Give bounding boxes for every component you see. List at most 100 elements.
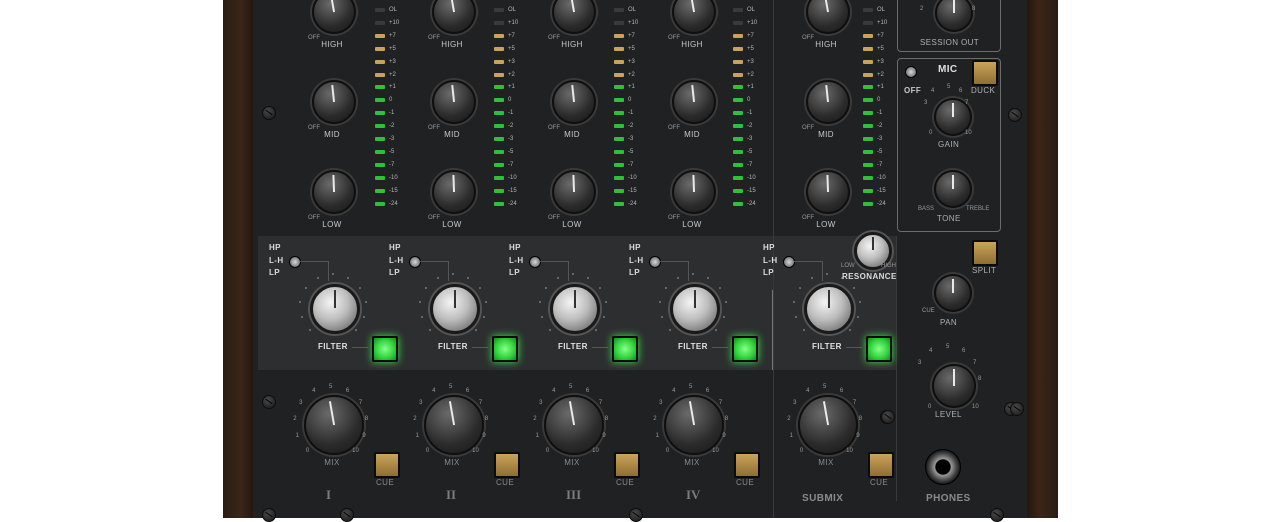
meter-led-5-iii (614, 72, 624, 77)
filter-knob-submix[interactable] (804, 284, 854, 334)
eq-low-knob-iii[interactable] (552, 170, 596, 214)
meter-led-0-iii (614, 8, 624, 12)
filter-mode-toggle-iii[interactable] (529, 256, 541, 268)
filter-on-button-iv[interactable] (732, 336, 758, 362)
eq-off-label-0-submix: OFF (802, 35, 814, 41)
meter-scale-10-submix: -3 (877, 136, 883, 142)
eq-mid-knob-submix[interactable] (806, 80, 850, 124)
filter-mode-toggle-i[interactable] (289, 256, 301, 268)
eq-high-knob-iv-pointer (690, 0, 695, 13)
filter-on-button-ii[interactable] (492, 336, 518, 362)
mix-scale-7-iv: 7 (718, 399, 723, 406)
meter-scale-9-iv: -2 (747, 123, 753, 130)
level-knob[interactable] (932, 364, 976, 408)
eq-low-knob-ii[interactable] (432, 170, 476, 214)
eq-low-knob-submix-pointer (826, 175, 829, 193)
eq-low-knob-i[interactable] (312, 170, 356, 214)
meter-led-6-iv (733, 85, 743, 90)
eq-high-label-i: HIGH (321, 40, 343, 49)
meter-scale-7-ii: 0 (508, 97, 512, 104)
gain-scale-5: 0 (929, 130, 933, 136)
eq-low-knob-iv[interactable] (672, 170, 716, 214)
cue-button-iii[interactable] (614, 452, 640, 478)
filter-on-button-iii[interactable] (612, 336, 638, 362)
resonance-high-label: HIGH (881, 263, 896, 269)
cue-button-iv[interactable] (734, 452, 760, 478)
eq-mid-knob-i[interactable] (312, 80, 356, 124)
meter-led-4-i (375, 59, 385, 64)
pan-knob[interactable] (934, 274, 972, 312)
filter-label-line-ii (472, 347, 488, 348)
eq-low-knob-i-pointer (332, 175, 335, 193)
eq-off-label-2-ii: OFF (428, 215, 440, 221)
phones-jack[interactable] (925, 449, 961, 485)
phones-label: PHONES (926, 493, 971, 504)
meter-scale-11-iii: -5 (628, 148, 634, 155)
meter-led-15-submix (863, 201, 873, 206)
eq-mid-knob-iii[interactable] (552, 80, 596, 124)
filter-on-button-submix[interactable] (866, 336, 892, 362)
filter-knob-iii[interactable] (550, 284, 600, 334)
mix-scale-8-submix: 8 (858, 416, 863, 423)
filter-dot-6-iii (586, 276, 589, 279)
eq-mid-label-iv: MID (684, 130, 700, 139)
meter-scale-15-iii: -24 (628, 200, 637, 207)
mic-switch[interactable] (905, 66, 917, 78)
filter-label-ii: FILTER (438, 342, 468, 351)
cue-button-ii[interactable] (494, 452, 520, 478)
filter-knob-i[interactable] (310, 284, 360, 334)
mic-duck-button[interactable] (972, 60, 998, 86)
meter-led-14-iv (733, 188, 743, 193)
mic-tone-knob[interactable] (934, 170, 972, 208)
meter-led-2-iv (733, 33, 743, 38)
screw-5 (629, 508, 643, 522)
eq-off-label-1-iii: OFF (548, 125, 560, 131)
wood-side-panel-left (223, 0, 253, 518)
mix-scale-8-ii: 8 (484, 416, 489, 423)
gain-scale-6: 10 (965, 130, 972, 136)
mix-knob-iv[interactable] (664, 395, 724, 455)
eq-mid-knob-ii[interactable] (432, 80, 476, 124)
meter-scale-13-iv: -10 (747, 174, 756, 181)
eq-high-label-iv: HIGH (681, 40, 703, 49)
eq-low-knob-submix[interactable] (806, 170, 850, 214)
cue-button-submix[interactable] (868, 452, 894, 478)
filter-knob-iv[interactable] (670, 284, 720, 334)
filter-dot-1-i (300, 316, 303, 319)
meter-led-13-submix (863, 175, 873, 180)
filter-dot-5-submix (826, 273, 828, 275)
wood-side-panel-right (1027, 0, 1058, 518)
meter-led-2-ii (494, 33, 504, 38)
filter-mode-toggle-submix[interactable] (783, 256, 795, 268)
split-button[interactable] (972, 240, 998, 266)
meter-led-6-iii (614, 85, 624, 90)
filter-mode-toggle-iv[interactable] (649, 256, 661, 268)
eq-mid-knob-iv[interactable] (672, 80, 716, 124)
filter-link-h-ii (420, 261, 448, 262)
meter-led-8-i (375, 111, 385, 116)
meter-led-10-iii (614, 137, 624, 141)
mix-knob-submix[interactable] (798, 395, 858, 455)
mix-knob-ii[interactable] (424, 395, 484, 455)
mix-knob-i[interactable] (304, 395, 364, 455)
mix-scale-1-iv: 1 (655, 433, 659, 440)
filter-dot-6-iv (706, 276, 709, 279)
meter-scale-1-i: +10 (389, 19, 400, 26)
meter-scale-6-submix: +1 (877, 84, 884, 91)
mix-scale-2-iii: 2 (533, 416, 537, 423)
filter-mode-lp-iii: LP (509, 268, 521, 277)
mix-label-iv: MIX (684, 458, 700, 467)
cue-button-i[interactable] (374, 452, 400, 478)
mix-scale-4-iv: 4 (672, 388, 676, 395)
meter-led-15-ii (494, 201, 504, 206)
meter-scale-3-ii: +5 (508, 45, 515, 52)
filter-mode-toggle-ii[interactable] (409, 256, 421, 268)
mix-knob-iii[interactable] (544, 395, 604, 455)
screw-1 (262, 395, 276, 409)
eq-low-knob-ii-pointer (452, 175, 455, 193)
mix-scale-5-ii: 5 (449, 384, 453, 390)
eq-low-label-iii: LOW (562, 220, 582, 229)
meter-led-6-i (375, 85, 385, 90)
filter-knob-ii[interactable] (430, 284, 480, 334)
filter-on-button-i[interactable] (372, 336, 398, 362)
